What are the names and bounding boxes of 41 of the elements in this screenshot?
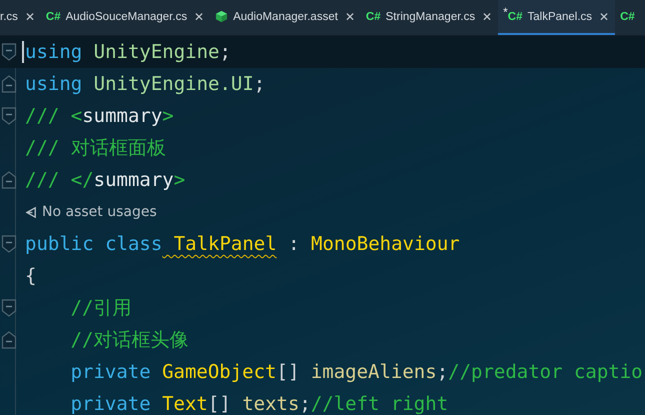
editor-tab[interactable]: C# AudioSouceManager.cs ✕: [40, 0, 210, 35]
fold-end-icon[interactable]: [1, 169, 17, 191]
editor-tab[interactable]: C#: [615, 0, 641, 35]
code-line: /// <summary>: [25, 105, 174, 127]
csharp-icon: C#: [366, 10, 381, 22]
code-line: private GameObject[] imageAliens;//predator captio: [70, 361, 643, 383]
code-line: //引用: [70, 296, 132, 321]
tab-label: AudioManager.asset: [233, 10, 338, 22]
fold-end-icon[interactable]: [1, 329, 17, 351]
close-icon[interactable]: ✕: [599, 10, 610, 24]
fold-collapse-icon[interactable]: [1, 41, 17, 63]
modified-marker: *: [503, 5, 508, 19]
close-icon[interactable]: ✕: [344, 10, 355, 24]
close-icon[interactable]: ✕: [194, 10, 204, 24]
fold-collapse-icon[interactable]: [1, 233, 17, 255]
code-line: public class TalkPanel : MonoBehaviour: [25, 233, 460, 255]
editor-tab[interactable]: r.cs ✕: [0, 0, 41, 35]
tab-label: AudioSouceManager.cs: [66, 10, 188, 22]
code-line: /// </summary>: [25, 169, 186, 191]
cube-icon: [215, 10, 228, 23]
close-icon[interactable]: ✕: [24, 10, 35, 24]
code-line: using UnityEngine.UI;: [25, 73, 266, 95]
tab-label: TalkPanel.cs: [528, 10, 592, 22]
editor-tab[interactable]: C# StringManager.cs ✕: [360, 0, 498, 35]
csharp-icon: C#: [620, 10, 635, 22]
tab-label: r.cs: [0, 10, 18, 22]
fold-collapse-icon[interactable]: [1, 105, 17, 127]
editor-tab[interactable]: AudioManager.asset ✕: [210, 0, 361, 35]
csharp-icon: C#: [508, 10, 522, 22]
fold-end-icon[interactable]: [1, 73, 17, 95]
code-line: private Text[] texts;//left right: [70, 393, 448, 415]
close-icon[interactable]: ✕: [482, 10, 492, 24]
text-cursor: [22, 41, 24, 64]
code-line: using UnityEngine;: [25, 40, 231, 64]
code-line: /// 对话框面板: [25, 136, 166, 161]
code-line: {: [25, 265, 36, 287]
tab-label: StringManager.cs: [386, 10, 476, 22]
editor-tab[interactable]: *C# TalkPanel.cs ✕: [498, 0, 616, 35]
fold-collapse-icon[interactable]: [1, 297, 17, 319]
code-line: //对话框头像: [70, 328, 188, 353]
csharp-icon: C#: [46, 10, 61, 22]
